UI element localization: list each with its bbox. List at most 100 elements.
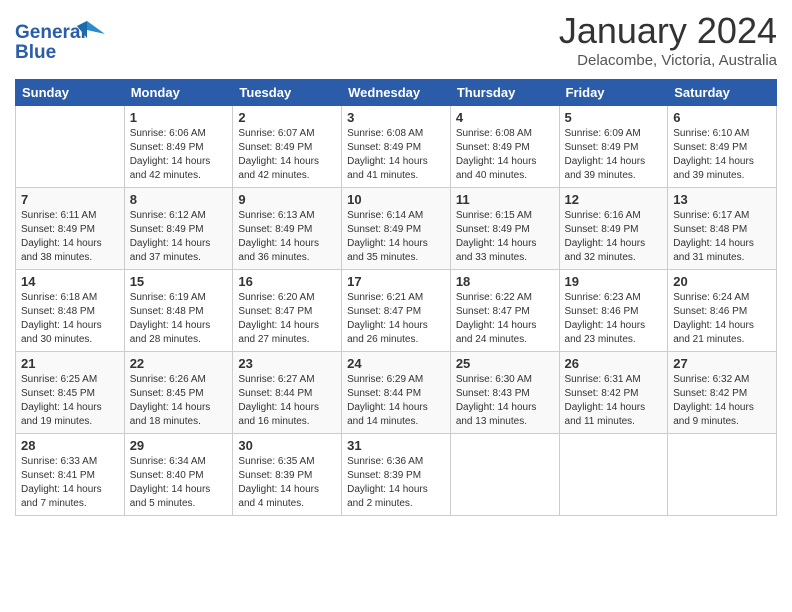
day-number: 18 <box>456 274 554 289</box>
calendar-cell: 2 Sunrise: 6:07 AM Sunset: 8:49 PM Daylig… <box>233 106 342 188</box>
calendar-week-3: 14Sunrise: 6:18 AM Sunset: 8:48 PM Dayli… <box>16 270 777 352</box>
day-info: Sunrise: 6:17 AM Sunset: 8:48 PM Dayligh… <box>673 209 771 265</box>
day-number: 9 <box>238 192 336 207</box>
day-number: 31 <box>347 438 445 453</box>
calendar-cell <box>450 434 559 516</box>
calendar-cell: 18Sunrise: 6:22 AM Sunset: 8:47 PM Dayli… <box>450 270 559 352</box>
logo-text: General Blue <box>15 16 105 71</box>
calendar-cell: 31Sunrise: 6:36 AM Sunset: 8:39 PM Dayli… <box>342 434 451 516</box>
day-number: 4 <box>456 110 554 125</box>
day-info: Sunrise: 6:29 AM Sunset: 8:44 PM Dayligh… <box>347 373 445 429</box>
svg-text:General: General <box>15 22 86 43</box>
calendar-cell: 7 Sunrise: 6:11 AM Sunset: 8:49 PM Daylig… <box>16 188 125 270</box>
weekday-header-friday: Friday <box>559 80 668 106</box>
day-number: 30 <box>238 438 336 453</box>
day-info: Sunrise: 6:27 AM Sunset: 8:44 PM Dayligh… <box>238 373 336 429</box>
header: General Blue January 2024 Delacombe, Vic… <box>15 10 777 71</box>
calendar-table: SundayMondayTuesdayWednesdayThursdayFrid… <box>15 79 777 516</box>
day-info: Sunrise: 6:26 AM Sunset: 8:45 PM Dayligh… <box>130 373 228 429</box>
calendar-cell: 26 Sunrise: 6:31 AM Sunset: 8:42 PM Dayli… <box>559 352 668 434</box>
calendar-cell: 25 Sunrise: 6:30 AM Sunset: 8:43 PM Dayli… <box>450 352 559 434</box>
day-number: 7 <box>21 192 119 207</box>
day-info: Sunrise: 6:15 AM Sunset: 8:49 PM Dayligh… <box>456 209 554 265</box>
day-info: Sunrise: 6:08 AM Sunset: 8:49 PM Dayligh… <box>347 127 445 183</box>
day-info: Sunrise: 6:35 AM Sunset: 8:39 PM Dayligh… <box>238 455 336 511</box>
day-number: 10 <box>347 192 445 207</box>
calendar-week-1: 1Sunrise: 6:06 AM Sunset: 8:49 PM Daylig… <box>16 106 777 188</box>
calendar-cell: 24 Sunrise: 6:29 AM Sunset: 8:44 PM Dayli… <box>342 352 451 434</box>
day-info: Sunrise: 6:16 AM Sunset: 8:49 PM Dayligh… <box>565 209 663 265</box>
calendar-cell <box>668 434 777 516</box>
calendar-cell: 6Sunrise: 6:10 AM Sunset: 8:49 PM Daylig… <box>668 106 777 188</box>
weekday-header-row: SundayMondayTuesdayWednesdayThursdayFrid… <box>16 80 777 106</box>
weekday-header-thursday: Thursday <box>450 80 559 106</box>
day-number: 5 <box>565 110 663 125</box>
calendar-cell: 5Sunrise: 6:09 AM Sunset: 8:49 PM Daylig… <box>559 106 668 188</box>
day-number: 14 <box>21 274 119 289</box>
day-info: Sunrise: 6:21 AM Sunset: 8:47 PM Dayligh… <box>347 291 445 347</box>
day-number: 8 <box>130 192 228 207</box>
day-info: Sunrise: 6:07 AM Sunset: 8:49 PM Dayligh… <box>238 127 336 183</box>
day-number: 22 <box>130 356 228 371</box>
day-number: 26 <box>565 356 663 371</box>
svg-text:Blue: Blue <box>15 42 56 63</box>
day-number: 23 <box>238 356 336 371</box>
day-number: 3 <box>347 110 445 125</box>
calendar-cell: 4 Sunrise: 6:08 AM Sunset: 8:49 PM Daylig… <box>450 106 559 188</box>
weekday-header-monday: Monday <box>124 80 233 106</box>
day-number: 1 <box>130 110 228 125</box>
day-number: 15 <box>130 274 228 289</box>
day-info: Sunrise: 6:20 AM Sunset: 8:47 PM Dayligh… <box>238 291 336 347</box>
day-info: Sunrise: 6:32 AM Sunset: 8:42 PM Dayligh… <box>673 373 771 429</box>
day-info: Sunrise: 6:34 AM Sunset: 8:40 PM Dayligh… <box>130 455 228 511</box>
day-info: Sunrise: 6:12 AM Sunset: 8:49 PM Dayligh… <box>130 209 228 265</box>
day-number: 11 <box>456 192 554 207</box>
calendar-cell: 1Sunrise: 6:06 AM Sunset: 8:49 PM Daylig… <box>124 106 233 188</box>
calendar-cell: 22 Sunrise: 6:26 AM Sunset: 8:45 PM Dayli… <box>124 352 233 434</box>
calendar-cell: 9Sunrise: 6:13 AM Sunset: 8:49 PM Daylig… <box>233 188 342 270</box>
calendar-week-5: 28Sunrise: 6:33 AM Sunset: 8:41 PM Dayli… <box>16 434 777 516</box>
calendar-cell: 12 Sunrise: 6:16 AM Sunset: 8:49 PM Dayli… <box>559 188 668 270</box>
calendar-cell: 21 Sunrise: 6:25 AM Sunset: 8:45 PM Dayli… <box>16 352 125 434</box>
calendar-cell: 13 Sunrise: 6:17 AM Sunset: 8:48 PM Dayli… <box>668 188 777 270</box>
calendar-cell: 14Sunrise: 6:18 AM Sunset: 8:48 PM Dayli… <box>16 270 125 352</box>
calendar-cell: 17Sunrise: 6:21 AM Sunset: 8:47 PM Dayli… <box>342 270 451 352</box>
day-number: 25 <box>456 356 554 371</box>
day-number: 27 <box>673 356 771 371</box>
day-info: Sunrise: 6:31 AM Sunset: 8:42 PM Dayligh… <box>565 373 663 429</box>
calendar-cell: 23 Sunrise: 6:27 AM Sunset: 8:44 PM Dayli… <box>233 352 342 434</box>
calendar-cell: 28Sunrise: 6:33 AM Sunset: 8:41 PM Dayli… <box>16 434 125 516</box>
calendar-cell: 8 Sunrise: 6:12 AM Sunset: 8:49 PM Daylig… <box>124 188 233 270</box>
location: Delacombe, Victoria, Australia <box>559 52 777 69</box>
day-info: Sunrise: 6:10 AM Sunset: 8:49 PM Dayligh… <box>673 127 771 183</box>
day-info: Sunrise: 6:25 AM Sunset: 8:45 PM Dayligh… <box>21 373 119 429</box>
day-info: Sunrise: 6:19 AM Sunset: 8:48 PM Dayligh… <box>130 291 228 347</box>
day-info: Sunrise: 6:11 AM Sunset: 8:49 PM Dayligh… <box>21 209 119 265</box>
day-number: 19 <box>565 274 663 289</box>
weekday-header-wednesday: Wednesday <box>342 80 451 106</box>
day-number: 12 <box>565 192 663 207</box>
calendar-cell <box>16 106 125 188</box>
day-number: 2 <box>238 110 336 125</box>
weekday-header-sunday: Sunday <box>16 80 125 106</box>
calendar-week-4: 21 Sunrise: 6:25 AM Sunset: 8:45 PM Dayli… <box>16 352 777 434</box>
day-info: Sunrise: 6:30 AM Sunset: 8:43 PM Dayligh… <box>456 373 554 429</box>
day-info: Sunrise: 6:33 AM Sunset: 8:41 PM Dayligh… <box>21 455 119 511</box>
calendar-cell: 11 Sunrise: 6:15 AM Sunset: 8:49 PM Dayli… <box>450 188 559 270</box>
day-number: 13 <box>673 192 771 207</box>
day-info: Sunrise: 6:08 AM Sunset: 8:49 PM Dayligh… <box>456 127 554 183</box>
day-info: Sunrise: 6:14 AM Sunset: 8:49 PM Dayligh… <box>347 209 445 265</box>
weekday-header-saturday: Saturday <box>668 80 777 106</box>
month-title: January 2024 <box>559 10 777 52</box>
calendar-cell <box>559 434 668 516</box>
calendar-cell: 10 Sunrise: 6:14 AM Sunset: 8:49 PM Dayli… <box>342 188 451 270</box>
day-number: 16 <box>238 274 336 289</box>
day-number: 21 <box>21 356 119 371</box>
calendar-cell: 20Sunrise: 6:24 AM Sunset: 8:46 PM Dayli… <box>668 270 777 352</box>
calendar-cell: 16 Sunrise: 6:20 AM Sunset: 8:47 PM Dayli… <box>233 270 342 352</box>
calendar-cell: 3 Sunrise: 6:08 AM Sunset: 8:49 PM Daylig… <box>342 106 451 188</box>
day-number: 24 <box>347 356 445 371</box>
calendar-cell: 27 Sunrise: 6:32 AM Sunset: 8:42 PM Dayli… <box>668 352 777 434</box>
weekday-header-tuesday: Tuesday <box>233 80 342 106</box>
day-info: Sunrise: 6:23 AM Sunset: 8:46 PM Dayligh… <box>565 291 663 347</box>
